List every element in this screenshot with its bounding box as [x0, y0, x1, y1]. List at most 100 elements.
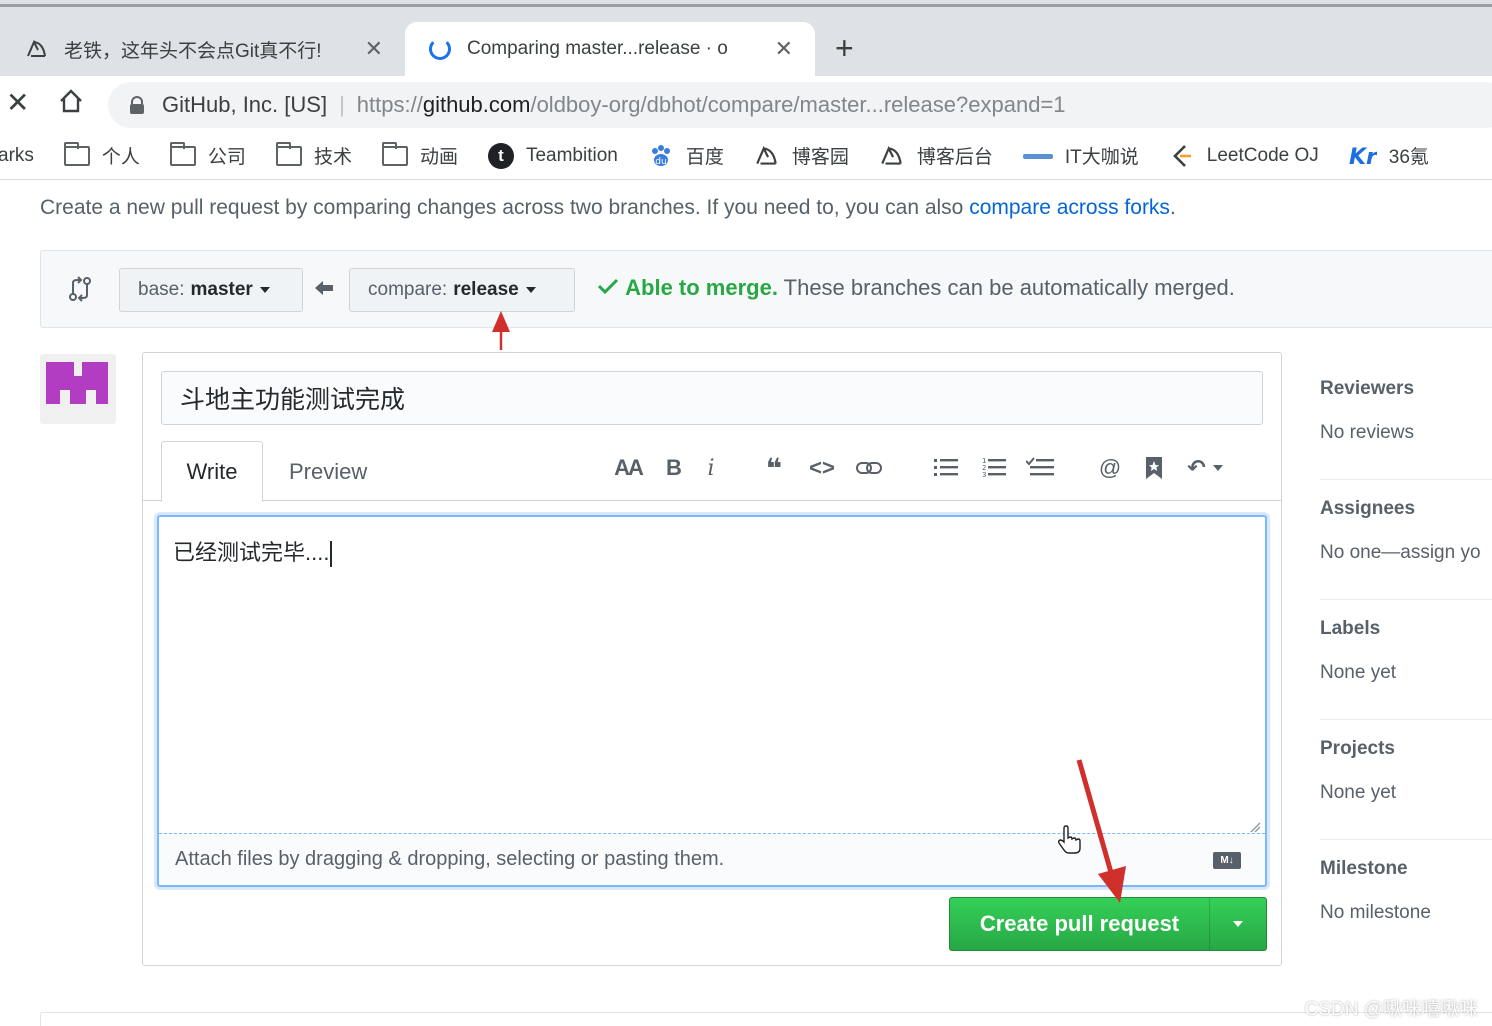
bookmark-item[interactable]: arks: [0, 145, 34, 167]
reply-icon[interactable]: ↶: [1183, 453, 1227, 483]
address-separator: |: [339, 92, 345, 117]
arrow-left-icon: [315, 279, 333, 302]
pr-title-input[interactable]: 斗地主功能测试完成: [161, 371, 1263, 425]
reference-icon[interactable]: [1141, 453, 1167, 483]
cnblogs-icon: [879, 143, 905, 169]
browser-toolbar: ✕ GitHub, Inc. [US] | https:// github.co…: [0, 76, 1492, 132]
cnblogs-icon: [24, 36, 50, 62]
bookmark-folder[interactable]: 动画: [381, 141, 458, 169]
text-cursor: [330, 541, 333, 568]
stop-loading-icon[interactable]: ✕: [6, 88, 29, 118]
base-branch-select[interactable]: base: master: [119, 268, 303, 312]
sidebar-heading: Milestone: [1320, 858, 1408, 879]
bookmark-item[interactable]: LeetCode OJ: [1169, 143, 1319, 169]
caret-down-icon: [259, 287, 270, 293]
bookmark-item[interactable]: 博客园: [754, 142, 849, 169]
sidebar-value: No reviews: [1320, 422, 1414, 443]
create-pull-request-label[interactable]: Create pull request: [950, 898, 1210, 950]
ordered-list-icon[interactable]: 123: [979, 453, 1009, 483]
attach-hint: Attach files by dragging & dropping, sel…: [175, 848, 725, 870]
file-attach-zone[interactable]: Attach files by dragging & dropping, sel…: [159, 822, 1265, 885]
markdown-icon[interactable]: M↓: [1213, 852, 1241, 869]
text-size-icon[interactable]: AA: [611, 453, 645, 483]
folder-icon: [169, 141, 196, 166]
browser-tab-1[interactable]: 老铁，这年头不会点Git真不行! ✕: [0, 22, 405, 76]
browser-tab-strip: 老铁，这年头不会点Git真不行! ✕ Comparing master...re…: [0, 0, 1492, 76]
task-list-icon[interactable]: [1025, 453, 1055, 483]
sidebar-milestone[interactable]: Milestone No milestone: [1320, 840, 1492, 960]
address-bar[interactable]: GitHub, Inc. [US] | https:// github.com …: [108, 82, 1492, 128]
bookmark-item[interactable]: Kr 36氪: [1349, 142, 1429, 169]
sidebar-value: None yet: [1320, 662, 1397, 683]
url-path: /oldboy-org/dbhot/compare/master...relea…: [530, 92, 1066, 117]
tab-write[interactable]: Write: [161, 441, 263, 502]
caret-down-icon: [525, 287, 536, 293]
bookmark-item[interactable]: 博客后台: [879, 142, 993, 169]
svg-text:Kr: Kr: [1349, 145, 1377, 169]
code-icon[interactable]: <>: [805, 453, 839, 483]
url-scheme: https://: [356, 92, 423, 117]
editor-tabs: Write Preview AA B i ❝ <> 123 @ ↶: [143, 441, 1281, 502]
resize-grip-icon[interactable]: [1249, 816, 1261, 833]
pr-body-textarea[interactable]: 已经测试完毕.... Attach files by dragging & dr…: [157, 515, 1267, 887]
tab-title: Comparing master...release · o: [467, 38, 728, 59]
merge-ok-text: Able to merge.: [625, 275, 778, 300]
teambition-icon: t: [487, 142, 514, 169]
compare-branch-name: release: [453, 279, 519, 300]
pull-request-form: 斗地主功能测试完成 Write Preview AA B i ❝ <> 123 …: [142, 352, 1282, 966]
avatar[interactable]: [40, 354, 116, 424]
quote-icon[interactable]: ❝: [759, 453, 789, 484]
bookmark-folder[interactable]: 公司: [169, 141, 246, 169]
caret-down-icon: [1233, 921, 1243, 927]
tab-title: 老铁，这年头不会点Git真不行!: [64, 40, 322, 62]
folder-icon: [63, 141, 90, 166]
compare-across-forks-link[interactable]: compare across forks: [969, 196, 1170, 219]
new-tab-button[interactable]: +: [835, 30, 854, 66]
loading-spinner-icon: [427, 36, 453, 62]
bookmark-folder[interactable]: 技术: [275, 141, 352, 169]
bookmark-label: 博客园: [791, 147, 849, 168]
close-tab-icon[interactable]: ✕: [365, 36, 383, 62]
base-branch-name: master: [190, 279, 253, 300]
sidebar-projects[interactable]: Projects None yet: [1320, 720, 1492, 840]
sidebar-heading: Projects: [1320, 738, 1395, 759]
discussion-sidebar: Reviewers No reviews Assignees No one—as…: [1320, 360, 1492, 960]
bold-icon[interactable]: B: [659, 453, 689, 483]
mention-icon[interactable]: @: [1095, 453, 1125, 483]
tab-preview[interactable]: Preview: [289, 459, 367, 485]
bookmark-label: 个人: [101, 147, 140, 168]
create-options-dropdown[interactable]: [1210, 898, 1266, 950]
pr-body-value: 已经测试完毕....: [173, 540, 330, 565]
home-icon[interactable]: [58, 88, 84, 120]
sidebar-heading: Labels: [1320, 618, 1381, 639]
site-identity: GitHub, Inc. [US]: [162, 92, 328, 117]
browser-tab-2[interactable]: Comparing master...release · o ✕: [405, 22, 815, 76]
sidebar-assignees[interactable]: Assignees No one—assign yo: [1320, 480, 1492, 600]
bookmark-label: 公司: [207, 147, 246, 168]
reply-glyph: ↶: [1187, 455, 1206, 480]
sidebar-heading: Assignees: [1320, 498, 1416, 519]
baidu-paw-icon: du: [648, 143, 674, 169]
bookmark-label: Teambition: [525, 144, 618, 166]
compare-branch-select[interactable]: compare: release: [349, 268, 575, 312]
unordered-list-icon[interactable]: [931, 453, 961, 483]
bookmarks-bar: arks 个人 公司 技术 动画 t Teambition du 百度 博客园 …: [0, 132, 1492, 180]
sidebar-reviewers[interactable]: Reviewers No reviews: [1320, 360, 1492, 480]
svg-text:3: 3: [982, 471, 986, 479]
create-pull-request-button[interactable]: Create pull request: [949, 897, 1267, 951]
itdks-icon: [1022, 149, 1053, 163]
pr-body-text: 已经测试完毕....: [173, 535, 333, 568]
bookmark-item[interactable]: t Teambition: [487, 142, 618, 169]
check-icon: [597, 275, 619, 300]
link-icon[interactable]: [853, 453, 885, 483]
bookmark-folder[interactable]: 个人: [63, 141, 140, 169]
bookmark-item[interactable]: du 百度: [648, 142, 724, 169]
sidebar-labels[interactable]: Labels None yet: [1320, 600, 1492, 720]
svg-text:du: du: [655, 157, 666, 167]
italic-icon[interactable]: i: [699, 453, 723, 483]
bookmark-label: 动画: [419, 147, 458, 168]
merge-status: Able to merge. These branches can be aut…: [597, 275, 1235, 301]
close-tab-icon[interactable]: ✕: [775, 36, 793, 62]
bookmark-item[interactable]: IT大咖说: [1022, 142, 1139, 169]
cnblogs-icon: [754, 143, 780, 169]
